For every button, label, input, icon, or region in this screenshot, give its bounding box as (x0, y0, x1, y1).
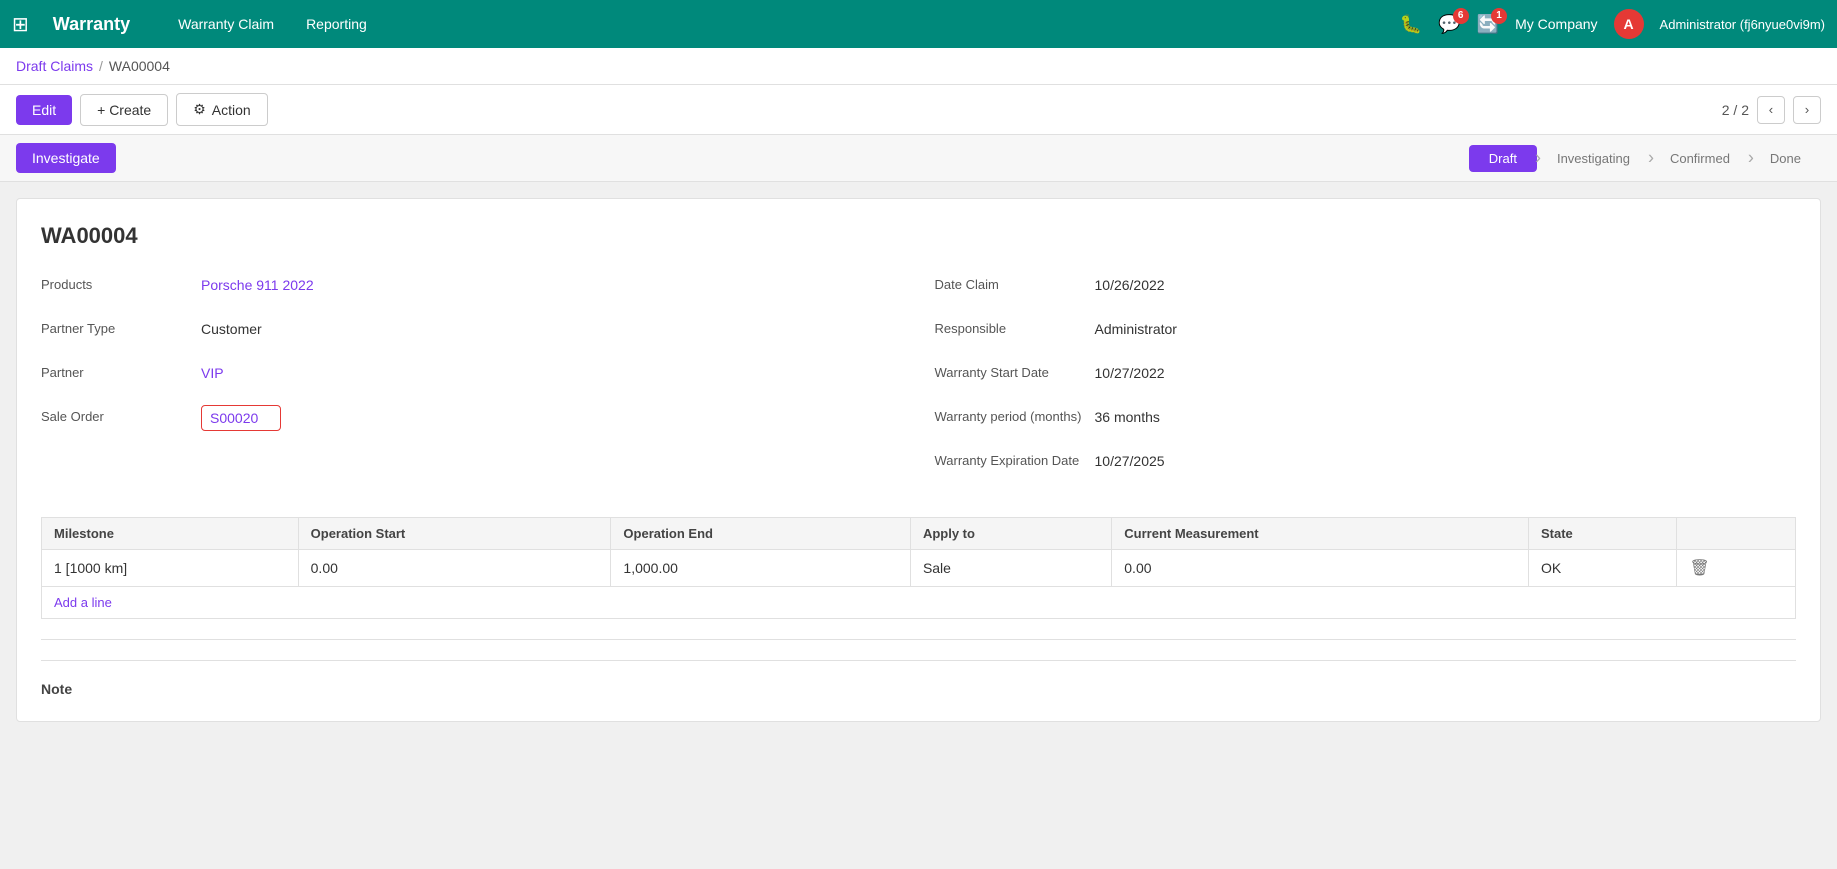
form-columns: Products Porsche 911 2022 Partner Type C… (41, 273, 1796, 493)
investigate-button[interactable]: Investigate (16, 143, 116, 173)
cell-apply-to: Sale (910, 550, 1111, 587)
update-badge: 1 (1491, 8, 1507, 24)
partner-type-row: Partner Type Customer (41, 317, 903, 349)
date-claim-row: Date Claim 10/26/2022 (935, 273, 1797, 305)
col-apply-to: Apply to (910, 518, 1111, 550)
warranty-expiration-label: Warranty Expiration Date (935, 449, 1095, 468)
warranty-expiration-row: Warranty Expiration Date 10/27/2025 (935, 449, 1797, 481)
col-actions (1677, 518, 1796, 550)
cell-current-measurement: 0.00 (1112, 550, 1529, 587)
form-right-col: Date Claim 10/26/2022 Responsible Admini… (935, 273, 1797, 493)
avatar: A (1614, 9, 1644, 39)
next-record-button[interactable]: › (1793, 96, 1821, 124)
warranty-start-value: 10/27/2022 (1095, 361, 1797, 381)
chat-icon-btn[interactable]: 💬 6 (1438, 14, 1460, 35)
add-line-button[interactable]: Add a line (41, 587, 1796, 619)
col-current-measurement: Current Measurement (1112, 518, 1529, 550)
cell-op-end: 1,000.00 (611, 550, 911, 587)
cell-delete[interactable]: 🗑 (1677, 550, 1796, 587)
status-steps: Draft Investigating Confirmed Done (1469, 145, 1821, 172)
divider-2 (41, 660, 1796, 661)
divider-1 (41, 639, 1796, 640)
sale-order-label: Sale Order (41, 405, 201, 424)
warranty-period-row: Warranty period (months) 36 months (935, 405, 1797, 437)
status-draft[interactable]: Draft (1469, 145, 1537, 172)
warranty-period-value: 36 months (1095, 405, 1797, 425)
table-header-row: Milestone Operation Start Operation End … (42, 518, 1796, 550)
sale-order-field[interactable]: S00020 (201, 405, 281, 431)
partner-row: Partner VIP (41, 361, 903, 393)
products-row: Products Porsche 911 2022 (41, 273, 903, 305)
partner-type-label: Partner Type (41, 317, 201, 336)
col-milestone: Milestone (42, 518, 299, 550)
cell-milestone: 1 [1000 km] (42, 550, 299, 587)
form-left-col: Products Porsche 911 2022 Partner Type C… (41, 273, 903, 493)
breadcrumb-separator: / (99, 58, 103, 74)
responsible-label: Responsible (935, 317, 1095, 336)
responsible-row: Responsible Administrator (935, 317, 1797, 349)
table-row: 1 [1000 km] 0.00 1,000.00 Sale 0.00 OK 🗑 (42, 550, 1796, 587)
warranty-start-row: Warranty Start Date 10/27/2022 (935, 361, 1797, 393)
date-claim-value: 10/26/2022 (1095, 273, 1797, 293)
products-label: Products (41, 273, 201, 292)
warranty-start-label: Warranty Start Date (935, 361, 1095, 380)
cell-state: OK (1528, 550, 1677, 587)
warranty-period-label: Warranty period (months) (935, 405, 1095, 424)
action-label: Action (212, 102, 251, 118)
prev-record-button[interactable]: ‹ (1757, 96, 1785, 124)
status-investigating[interactable]: Investigating (1537, 145, 1650, 172)
warranty-expiration-value: 10/27/2025 (1095, 449, 1797, 469)
breadcrumb-parent[interactable]: Draft Claims (16, 58, 93, 74)
nav-warranty-claim[interactable]: Warranty Claim (170, 12, 282, 36)
cell-op-start: 0.00 (298, 550, 611, 587)
sale-order-row: Sale Order S00020 (41, 405, 903, 437)
note-label: Note (41, 681, 1796, 697)
top-nav-right: 🐛 💬 6 🔄 1 My Company A Administrator (fj… (1400, 9, 1825, 39)
create-button[interactable]: + Create (80, 94, 168, 126)
bug-icon-btn[interactable]: 🐛 (1400, 14, 1422, 35)
breadcrumb: Draft Claims / WA00004 (0, 48, 1837, 85)
main-content: WA00004 Products Porsche 911 2022 Partne… (0, 182, 1837, 738)
form-title: WA00004 (41, 223, 1796, 249)
status-done[interactable]: Done (1750, 145, 1821, 172)
app-title: Warranty (53, 14, 130, 35)
col-state: State (1528, 518, 1677, 550)
chat-badge: 6 (1453, 8, 1469, 24)
status-bar: Investigate Draft Investigating Confirme… (0, 135, 1837, 182)
responsible-value: Administrator (1095, 317, 1797, 337)
toolbar: Edit + Create ⚙ Action 2 / 2 ‹ › (0, 85, 1837, 135)
products-value[interactable]: Porsche 911 2022 (201, 273, 903, 293)
status-confirmed[interactable]: Confirmed (1650, 145, 1750, 172)
toolbar-right: 2 / 2 ‹ › (1722, 96, 1821, 124)
delete-row-icon[interactable]: 🗑 (1689, 560, 1709, 577)
date-claim-label: Date Claim (935, 273, 1095, 292)
top-nav: ⊞ Warranty Warranty Claim Reporting 🐛 💬 … (0, 0, 1837, 48)
partner-type-value: Customer (201, 317, 903, 337)
form-card: WA00004 Products Porsche 911 2022 Partne… (16, 198, 1821, 722)
nav-reporting[interactable]: Reporting (298, 12, 375, 36)
col-op-end: Operation End (611, 518, 911, 550)
company-name: My Company (1515, 16, 1597, 32)
gear-icon: ⚙ (193, 101, 206, 118)
record-counter: 2 / 2 (1722, 102, 1749, 118)
update-icon-btn[interactable]: 🔄 1 (1477, 14, 1499, 35)
action-button[interactable]: ⚙ Action (176, 93, 267, 126)
milestones-table: Milestone Operation Start Operation End … (41, 517, 1796, 587)
partner-value[interactable]: VIP (201, 361, 903, 381)
edit-button[interactable]: Edit (16, 95, 72, 125)
user-name: Administrator (fj6nyue0vi9m) (1660, 17, 1825, 32)
partner-label: Partner (41, 361, 201, 380)
breadcrumb-current: WA00004 (109, 58, 170, 74)
grid-icon[interactable]: ⊞ (12, 12, 29, 37)
col-op-start: Operation Start (298, 518, 611, 550)
